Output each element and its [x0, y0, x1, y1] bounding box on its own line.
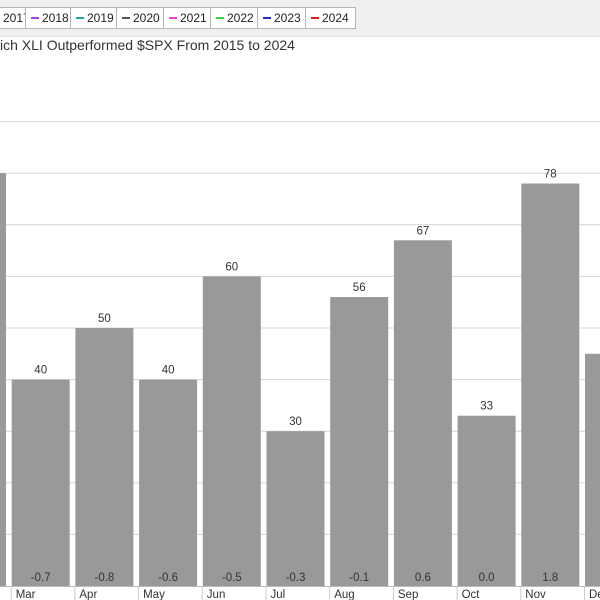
bar-partial-0 — [0, 173, 6, 586]
bar-oct — [457, 415, 516, 586]
bar-mar — [11, 379, 70, 586]
category-label-nov: Nov — [525, 589, 546, 600]
bar-avg-change-label: 1.8 — [542, 572, 558, 584]
category-label-sep: Sep — [398, 589, 418, 600]
category-label-de: De — [589, 589, 600, 600]
bar-value-label: 50 — [98, 313, 111, 325]
bar-may — [139, 379, 198, 586]
category-label-apr: Apr — [79, 589, 97, 600]
chart-page: 2017 2018 2019 2020 2021 2022 2023 2024 — [0, 0, 600, 600]
bar-value-label: 40 — [34, 365, 47, 377]
category-label-jul: Jul — [271, 589, 286, 600]
category-label-oct: Oct — [462, 589, 481, 600]
chart-title: ich XLI Outperformed $SPX From 2015 to 2… — [0, 37, 295, 53]
bar-avg-change-label: -0.6 — [158, 572, 178, 584]
bar-avg-change-label: -0.5 — [222, 572, 242, 584]
bar-avg-change-label: 0.0 — [479, 572, 495, 584]
bar-value-label: 33 — [480, 401, 493, 413]
category-label-mar: Mar — [16, 589, 36, 600]
bar-value-label: 78 — [544, 169, 557, 181]
category-label-aug: Aug — [334, 589, 354, 600]
bar-sep — [393, 240, 452, 586]
bar-value-label: 30 — [289, 416, 302, 428]
category-label-may: May — [143, 589, 165, 600]
bar-value-label: 40 — [162, 365, 175, 377]
category-label-jun: Jun — [207, 589, 226, 600]
bar-avg-change-label: -0.7 — [31, 572, 51, 584]
bar-nov — [521, 183, 580, 586]
bar-value-label: 56 — [353, 282, 366, 294]
bar-avg-change-label: -0.8 — [94, 572, 114, 584]
bar-avg-change-label: 0.6 — [415, 572, 431, 584]
bar-value-label: 67 — [417, 225, 430, 237]
bar-value-label: 60 — [225, 261, 238, 273]
bar-apr — [75, 328, 134, 586]
bar-jun — [202, 276, 261, 586]
bar-chart: 40 -0.7 Mar 50 -0.8 Apr 40 -0.6 May 60 -0.5 Jun 30 -0… — [0, 121, 600, 600]
bar-de — [585, 353, 600, 586]
bar-aug — [330, 297, 389, 586]
bar-avg-change-label: -0.3 — [286, 572, 306, 584]
bar-jul — [266, 431, 325, 586]
bar-avg-change-label: -0.1 — [349, 572, 369, 584]
